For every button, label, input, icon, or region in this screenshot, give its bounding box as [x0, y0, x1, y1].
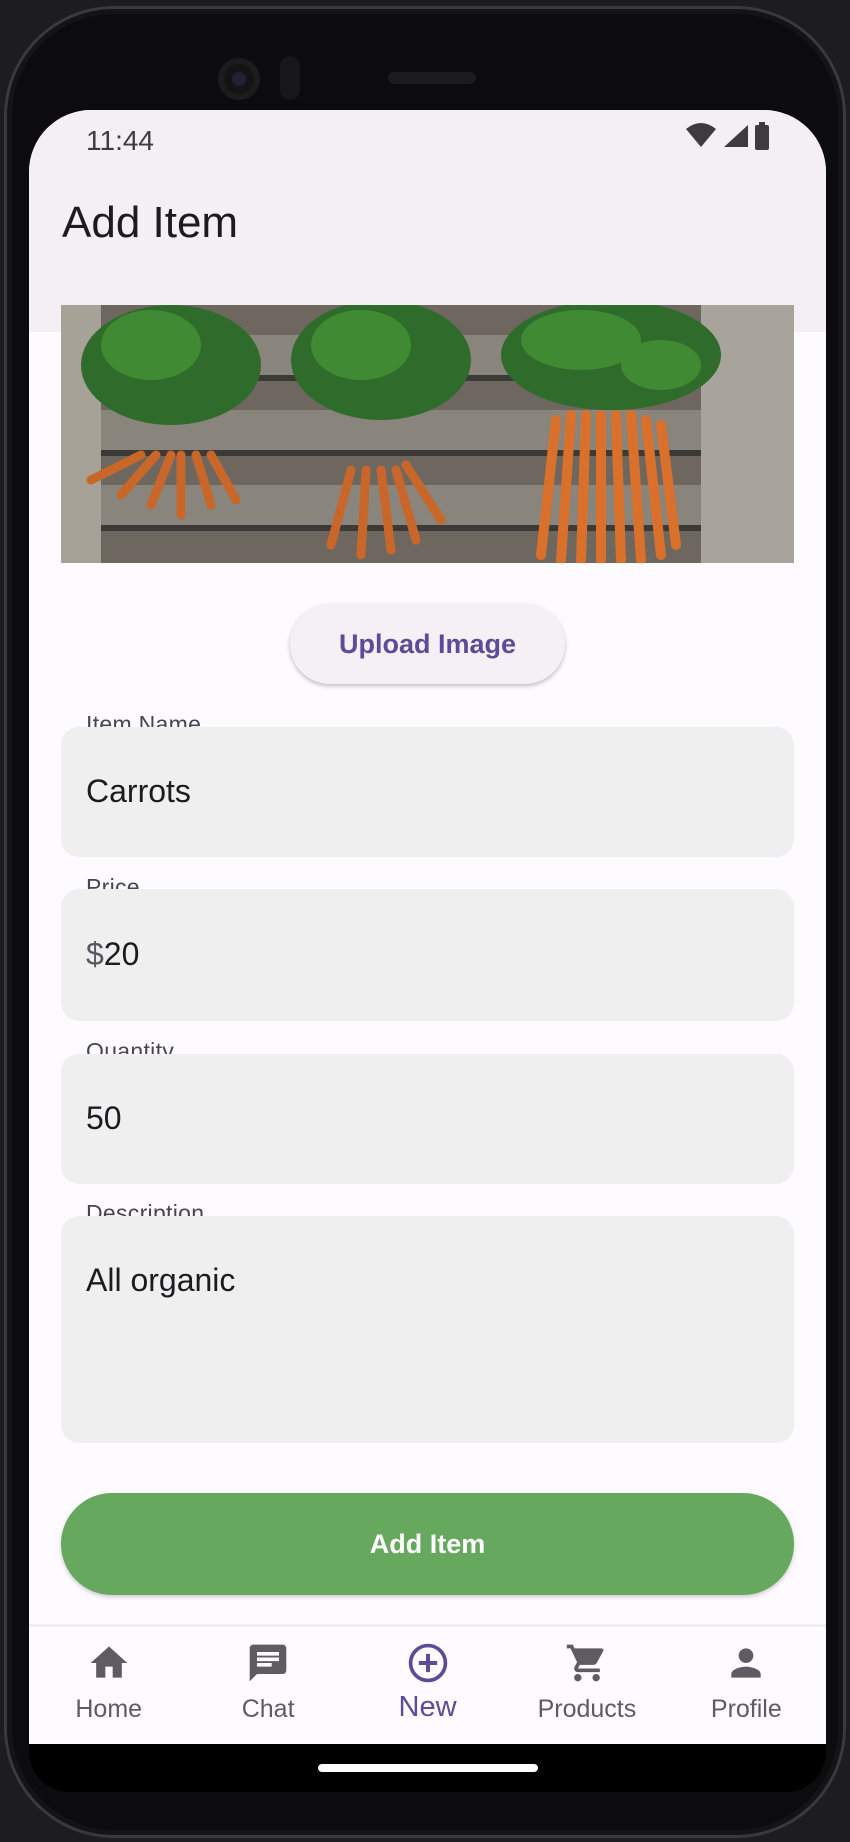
nav-label-chat: Chat [241, 1695, 295, 1723]
battery-icon [755, 122, 769, 150]
app-screen: 11:44 Add Item Upload Image Item Name Ca… [29, 110, 826, 1744]
price-prefix: $ [86, 936, 104, 972]
wifi-icon [686, 123, 716, 147]
bottom-navigation: Home Chat New Products Profile [29, 1624, 826, 1744]
description-value: All organic [86, 1262, 236, 1298]
quantity-field[interactable]: 50 [61, 1054, 794, 1184]
nav-label-new: New [398, 1691, 457, 1723]
page-title: Add Item [62, 198, 239, 247]
description-field[interactable]: All organic [61, 1216, 794, 1443]
status-bar: 11:44 [29, 110, 826, 170]
quantity-value: 50 [86, 1100, 122, 1136]
nav-item-profile[interactable]: Profile [667, 1627, 826, 1744]
status-time: 11:44 [86, 125, 154, 156]
nav-item-home[interactable]: Home [29, 1627, 188, 1744]
add-item-button[interactable]: Add Item [61, 1493, 794, 1595]
nav-label-products: Products [537, 1695, 637, 1723]
person-icon [731, 1648, 761, 1678]
status-icons [686, 122, 770, 150]
cart-icon [566, 1644, 604, 1682]
earpiece-speaker [388, 72, 476, 84]
chat-icon [249, 1644, 287, 1682]
home-icon [90, 1646, 128, 1678]
price-value-wrapper: $20 [86, 936, 139, 973]
item-name-value: Carrots [86, 773, 191, 809]
proximity-sensor [280, 56, 300, 100]
item-name-field[interactable]: Carrots [61, 727, 794, 857]
gesture-home-bar[interactable] [318, 1764, 538, 1772]
price-value: 20 [103, 936, 140, 972]
nav-label-profile: Profile [710, 1695, 782, 1723]
item-image [61, 305, 794, 563]
nav-item-new[interactable]: New [348, 1627, 507, 1744]
cellular-signal-icon [724, 125, 748, 147]
nav-item-chat[interactable]: Chat [188, 1627, 347, 1744]
price-field[interactable]: $20 [61, 889, 794, 1021]
carrots-photo [61, 305, 794, 563]
front-camera [218, 58, 260, 100]
nav-item-products[interactable]: Products [507, 1627, 666, 1744]
nav-label-home: Home [75, 1695, 143, 1723]
add-circle-icon [408, 1643, 447, 1683]
upload-image-button[interactable]: Upload Image [290, 604, 565, 684]
